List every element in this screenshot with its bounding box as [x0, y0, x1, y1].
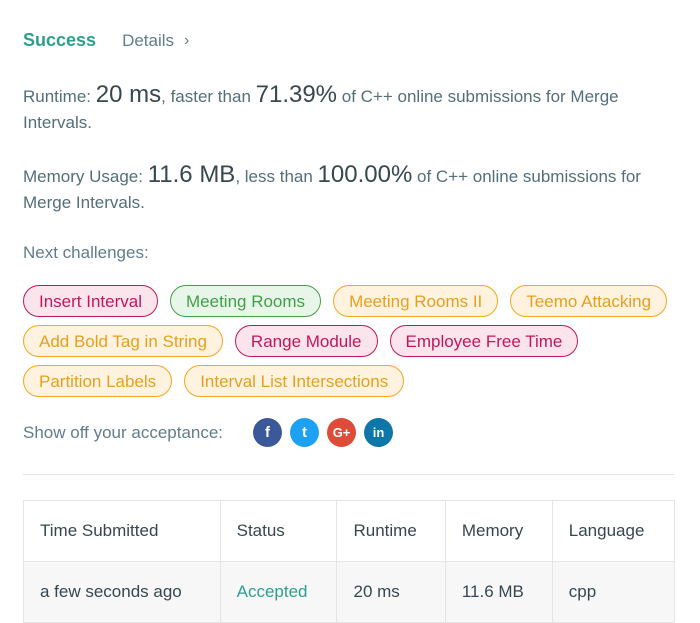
challenge-tag[interactable]: Interval List Intersections: [184, 365, 405, 397]
challenge-tag[interactable]: Meeting Rooms II: [333, 285, 499, 317]
submissions-table: Time Submitted Status Runtime Memory Languag…: [23, 500, 676, 623]
column-header: Status: [219, 500, 338, 562]
next-challenges-label: Next challenges:: [23, 243, 149, 262]
runtime-percent: 71.39%: [255, 81, 338, 108]
divider: [23, 474, 675, 475]
column-header: Runtime: [336, 500, 446, 562]
runtime-summary: Runtime: 20 ms, faster than 71.39% of C+…: [23, 82, 673, 136]
table-cell: 20 ms: [336, 561, 446, 623]
table-cell: cpp: [551, 561, 676, 623]
memory-label: Memory Usage:: [23, 167, 143, 186]
share-label: Show off your acceptance:: [23, 422, 224, 442]
share-row: Show off your acceptance: f t G+ in: [23, 418, 394, 447]
next-challenges-list: Insert Interval Meeting Rooms Meeting Room…: [23, 285, 683, 397]
table-header-row: Time Submitted Status Runtime Memory Languag…: [23, 500, 676, 562]
challenge-tag[interactable]: Range Module: [234, 325, 378, 357]
result-status: Success: [23, 30, 97, 50]
table-body: a few seconds ago Accepted 20 ms 11.6 MB cpp: [23, 561, 676, 623]
challenge-tag[interactable]: Insert Interval: [23, 285, 158, 317]
column-header: Language: [551, 500, 676, 562]
challenge-tag[interactable]: Meeting Rooms: [170, 285, 322, 317]
linkedin-icon[interactable]: in: [364, 418, 394, 447]
memory-summary: Memory Usage: 11.6 MB, less than 100.00%…: [23, 162, 673, 216]
table-row: a few seconds ago Accepted 20 ms 11.6 MB cpp: [23, 561, 676, 623]
table-cell: a few seconds ago: [23, 561, 221, 623]
challenge-tag[interactable]: Employee Free Time: [389, 325, 579, 357]
runtime-mid-text: , faster than: [161, 87, 256, 106]
memory-percent: 100.00%: [317, 161, 413, 188]
runtime-value: 20 ms: [95, 81, 162, 108]
google-plus-icon[interactable]: G+: [327, 418, 357, 447]
details-label: Details: [122, 30, 175, 50]
submission-result-panel: Success Details › Runtime: 20 ms, faster…: [0, 0, 700, 623]
chevron-right-icon: ›: [184, 31, 190, 49]
memory-mid-text: , less than: [235, 167, 318, 186]
table-cell: 11.6 MB: [444, 561, 553, 623]
social-icons: f t G+ in: [253, 418, 394, 447]
challenge-tag[interactable]: Teemo Attacking: [510, 285, 668, 317]
twitter-icon[interactable]: t: [290, 418, 320, 447]
facebook-icon[interactable]: f: [253, 418, 283, 447]
details-link[interactable]: Details ›: [122, 31, 189, 51]
column-header: Time Submitted: [23, 500, 221, 562]
challenge-tag[interactable]: Add Bold Tag in String: [23, 325, 223, 357]
status-link[interactable]: Accepted: [219, 561, 338, 623]
runtime-label: Runtime:: [23, 87, 92, 106]
challenge-tag[interactable]: Partition Labels: [23, 365, 173, 397]
memory-value: 11.6 MB: [147, 161, 236, 188]
column-header: Memory: [444, 500, 553, 562]
result-header: Success Details ›: [23, 30, 189, 51]
